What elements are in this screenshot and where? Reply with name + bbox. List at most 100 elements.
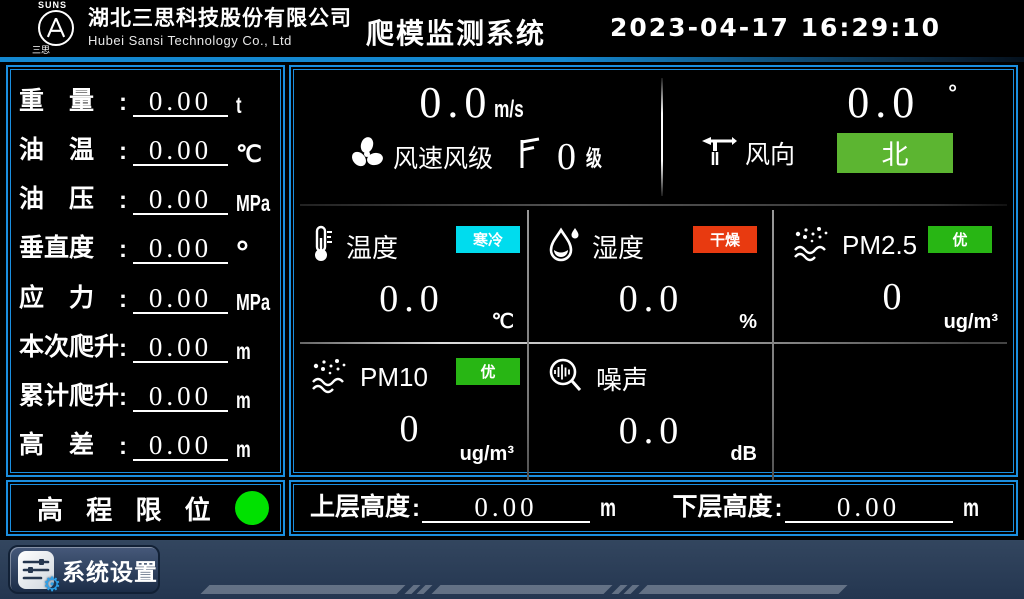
measurements-panel: 重 量: 0.00 t 油 温: 0.00 ℃ 油 压: 0.00 MPa 垂直… xyxy=(6,65,285,477)
measure-value: 0.00 xyxy=(133,432,228,461)
upper-height-value: 0.00 xyxy=(422,494,590,523)
layer-heights-box: 上层高度 : 0.00 m 下层高度 : 0.00 m xyxy=(289,480,1018,536)
lower-height-unit: m xyxy=(963,494,985,523)
measure-row-verticality: 垂直度: 0.00 ° xyxy=(19,228,272,264)
measure-unit: ° xyxy=(236,240,272,264)
company-name-en: Hubei Sansi Technology Co., Ltd xyxy=(88,32,352,49)
sensor-card-pm10: PM10 优 0 ug/m³ xyxy=(298,346,526,476)
sensor-card-pm25: PM2.5 优 0 ug/m³ xyxy=(780,208,1010,338)
measure-row-height-diff: 高 差: 0.00 m xyxy=(19,425,272,461)
sensor-name: 温度 xyxy=(346,228,398,265)
droplet-icon xyxy=(546,224,582,269)
environment-panel: 0.0 m/s 风速风级 xyxy=(289,65,1018,477)
wind-direction-unit: ° xyxy=(948,80,957,106)
wind-speed-label: 风速风级 xyxy=(393,139,493,175)
wind-direction-value: 0.0 xyxy=(847,80,920,126)
lower-height-label: 下层高度 xyxy=(673,487,773,523)
sensor-unit: ug/m³ xyxy=(944,311,998,334)
logo-suns-text: SUNS xyxy=(28,1,84,10)
measure-value: 0.00 xyxy=(133,334,228,363)
wind-level-unit: 级 xyxy=(586,141,608,173)
measure-unit: m xyxy=(236,437,272,461)
measure-row-oil-pressure: 油 压: 0.00 MPa xyxy=(19,179,272,215)
measure-row-weight: 重 量: 0.00 t xyxy=(19,81,272,117)
wind-speed-unit: m/s xyxy=(494,96,535,124)
dust-icon xyxy=(792,224,832,267)
measure-unit: ℃ xyxy=(236,142,272,166)
measure-label: 高 差 xyxy=(19,425,119,461)
settings-sliders-icon: ⚙ xyxy=(18,551,54,589)
measure-row-stress: 应 力: 0.00 MPa xyxy=(19,278,272,314)
measure-label: 累计爬升 xyxy=(19,376,119,412)
logo-circle-icon xyxy=(38,10,74,46)
measure-value: 0.00 xyxy=(133,137,228,166)
measure-unit: m xyxy=(236,388,272,412)
company-name: 湖北三思科技股份有限公司 Hubei Sansi Technology Co.,… xyxy=(88,6,352,49)
grid-divider-horizontal-1 xyxy=(300,204,1007,206)
sensor-card-humidity: 湿度 干燥 0.0 % xyxy=(534,208,769,338)
measure-label: 垂直度 xyxy=(19,228,119,264)
header-divider xyxy=(0,57,1024,62)
fan-icon xyxy=(347,134,387,179)
measure-unit: MPa xyxy=(236,191,272,215)
wind-speed-value: 0.0 xyxy=(419,80,492,126)
measure-value: 0.00 xyxy=(133,383,228,412)
wind-vane-icon xyxy=(699,132,739,173)
measure-value: 0.00 xyxy=(133,235,228,264)
grid-divider-horizontal-2 xyxy=(300,342,1007,344)
sensor-card-noise: 噪声 0.0 dB xyxy=(534,346,769,476)
sensor-status-badge: 优 xyxy=(928,226,992,253)
dust-icon xyxy=(310,356,350,399)
elevation-limit-status-indicator xyxy=(235,491,269,525)
lower-height-group: 下层高度 : 0.00 m xyxy=(673,487,1014,523)
elevation-limit-box: 高 程 限 位 xyxy=(6,480,285,536)
measure-unit: m xyxy=(236,339,272,363)
datetime-display: 2023-04-17 16:29:10 xyxy=(610,13,941,42)
sensor-status-badge: 优 xyxy=(456,358,520,385)
measure-value: 0.00 xyxy=(133,186,228,215)
wind-speed-section: 0.0 m/s 风速风级 xyxy=(294,70,661,202)
company-name-cn: 湖北三思科技股份有限公司 xyxy=(88,6,352,32)
thermometer-icon xyxy=(310,224,336,269)
upper-height-group: 上层高度 : 0.00 m xyxy=(310,487,651,523)
upper-height-label: 上层高度 xyxy=(310,487,410,523)
sensor-status-badge: 干燥 xyxy=(693,226,757,253)
gear-icon: ⚙ xyxy=(43,575,61,595)
sensor-name: PM10 xyxy=(360,362,428,393)
sensor-unit: dB xyxy=(730,443,757,466)
footer-bar: ⚙ 系统设置 xyxy=(0,540,1024,599)
measure-unit: t xyxy=(236,93,272,117)
measure-value: 0.00 xyxy=(133,285,228,314)
sensor-card-temperature: 温度 寒冷 0.0 ℃ xyxy=(298,208,526,338)
measure-row-current-climb: 本次爬升: 0.00 m xyxy=(19,327,272,363)
sensor-name: 噪声 xyxy=(596,360,648,397)
sensor-name: 湿度 xyxy=(592,228,644,265)
sensor-name: PM2.5 xyxy=(842,230,917,261)
wind-direction-badge: 北 xyxy=(837,133,953,173)
sensor-value: 0.0 xyxy=(534,279,769,319)
measure-unit: MPa xyxy=(236,290,272,314)
noise-icon xyxy=(546,356,586,401)
measure-label: 本次爬升 xyxy=(19,327,119,363)
company-logo: SUNS 三思 xyxy=(28,1,84,56)
screen: SUNS 三思 湖北三思科技股份有限公司 Hubei Sansi Technol… xyxy=(0,0,1024,599)
wind-direction-label: 风向 xyxy=(745,135,795,171)
elevation-limit-label: 高 程 限 位 xyxy=(37,490,219,527)
sensor-unit: ℃ xyxy=(492,309,514,334)
logo-cn-text: 三思 xyxy=(28,46,84,55)
measure-label: 油 压 xyxy=(19,179,119,215)
sensor-status-badge: 寒冷 xyxy=(456,226,520,253)
measure-label: 油 温 xyxy=(19,130,119,166)
lower-height-value: 0.00 xyxy=(785,494,953,523)
measure-value: 0.00 xyxy=(133,88,228,117)
footer-stripe xyxy=(639,585,848,594)
wind-direction-section: 0.0 ° 风向 北 xyxy=(663,70,1013,202)
system-settings-button[interactable]: ⚙ 系统设置 xyxy=(8,545,160,594)
footer-stripe xyxy=(201,585,406,594)
measure-row-oil-temp: 油 温: 0.00 ℃ xyxy=(19,130,272,166)
footer-stripe xyxy=(432,585,613,594)
system-settings-label: 系统设置 xyxy=(62,553,158,587)
wind-level-flag-icon xyxy=(517,137,543,176)
measure-row-total-climb: 累计爬升: 0.00 m xyxy=(19,376,272,412)
header: SUNS 三思 湖北三思科技股份有限公司 Hubei Sansi Technol… xyxy=(0,0,1024,57)
